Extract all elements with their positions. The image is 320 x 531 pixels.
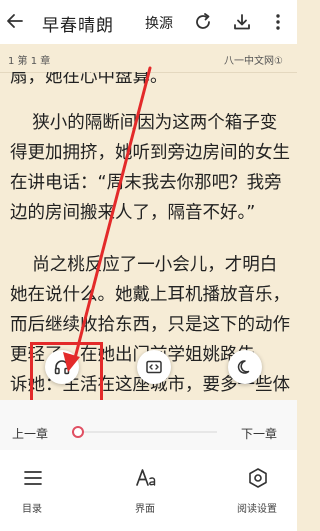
auto-page-icon xyxy=(146,360,162,374)
text-line: 在讲电话：“周末我去你那吧？我旁 xyxy=(10,173,282,193)
book-title: 早春晴朗 xyxy=(42,16,114,36)
next-chapter-button[interactable]: 下一章 xyxy=(241,425,277,442)
download-icon[interactable] xyxy=(232,12,252,32)
source-site-label: 八一中文网① xyxy=(224,56,283,67)
text-line: 而后继续收拾东西，只是这下的动作 xyxy=(10,315,290,335)
more-vertical-icon[interactable] xyxy=(268,12,288,32)
settings-hex-icon xyxy=(249,468,267,488)
auto-page-button[interactable] xyxy=(137,350,171,384)
text-line: 得更加拥挤，她听到旁边房间的女生 xyxy=(10,143,290,163)
annotation-highlight-box xyxy=(30,342,103,406)
font-size-icon xyxy=(136,469,156,486)
back-arrow-icon[interactable] xyxy=(6,12,24,30)
interface-label: 界面 xyxy=(135,504,155,515)
moon-icon xyxy=(237,360,250,374)
catalog-button[interactable]: 目录 xyxy=(2,463,62,519)
progress-slider[interactable] xyxy=(72,431,217,433)
chapter-label: 1 第 1 章 xyxy=(8,56,51,67)
list-icon xyxy=(24,471,42,485)
switch-source-button[interactable]: 换源 xyxy=(145,13,173,33)
night-mode-button[interactable] xyxy=(228,350,262,384)
progress-thumb[interactable] xyxy=(71,426,84,438)
text-line: 尚之桃反应了一小会儿，才明白 xyxy=(10,255,278,275)
refresh-icon[interactable] xyxy=(193,12,213,32)
catalog-label: 目录 xyxy=(22,504,42,515)
reading-settings-button[interactable]: 阅读设置 xyxy=(227,463,287,519)
text-line: 她在说什么。她戴上耳机播放音乐， xyxy=(10,285,290,305)
text-line: 狭小的隔断间因为这两个箱子变 xyxy=(10,113,278,133)
top-bar: 早春晴朗 换源 xyxy=(0,0,297,44)
interface-button[interactable]: 界面 xyxy=(115,463,175,519)
chapter-info-bar: 1 第 1 章 八一中文网① xyxy=(0,44,297,73)
reading-settings-label: 阅读设置 xyxy=(237,504,277,515)
prev-chapter-button[interactable]: 上一章 xyxy=(12,425,48,442)
text-line: 扇，她在心中盘算。 xyxy=(10,72,168,87)
text-line: 边的房间搬来人了，隔音不好。” xyxy=(10,203,256,223)
